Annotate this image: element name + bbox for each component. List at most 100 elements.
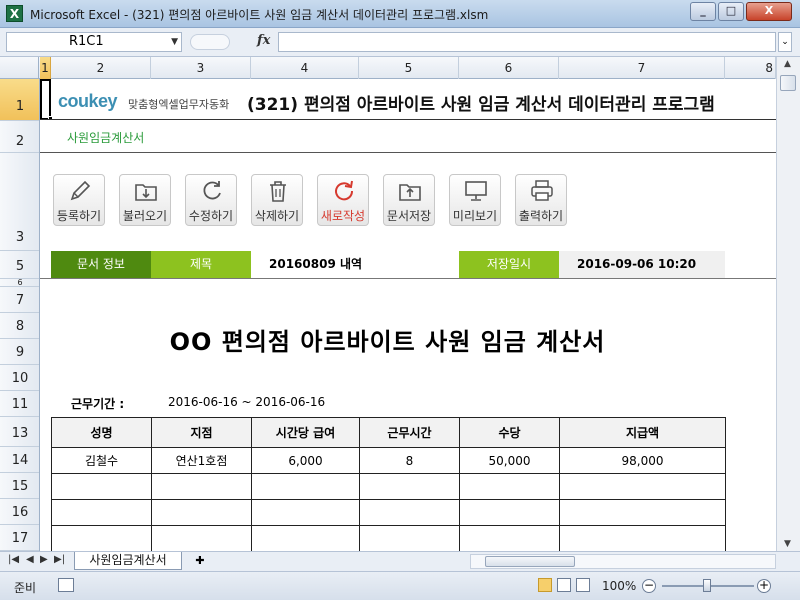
table-row <box>51 499 726 526</box>
fx-icon[interactable]: fx <box>257 33 270 48</box>
brand-tagline: 맞춤형엑셀업무자동화 <box>128 98 230 111</box>
column-header[interactable]: 1 <box>40 57 51 79</box>
name-box[interactable]: R1C1 ▼ <box>6 32 182 52</box>
table-cell[interactable]: 연산1호점 <box>151 447 252 474</box>
expand-formula-bar-icon[interactable]: ⌄ <box>778 32 792 52</box>
column-header[interactable]: 3 <box>151 57 251 79</box>
table-cell[interactable] <box>251 525 360 551</box>
first-sheet-icon[interactable]: |◀ <box>8 554 19 565</box>
row-header[interactable]: 8 <box>0 313 39 339</box>
row-header[interactable]: 16 <box>0 499 39 525</box>
table-cell[interactable] <box>359 473 460 500</box>
row-header[interactable]: 6 <box>0 279 39 287</box>
table-cell[interactable] <box>559 473 726 500</box>
table-cell[interactable]: 50,000 <box>459 447 560 474</box>
column-header[interactable]: 8 <box>725 57 776 79</box>
minimize-button[interactable]: _ <box>690 2 716 21</box>
horizontal-scrollbar[interactable] <box>470 554 776 569</box>
table-cell[interactable]: 6,000 <box>251 447 360 474</box>
macro-record-icon[interactable] <box>58 578 74 592</box>
scroll-down-icon[interactable]: ▼ <box>784 539 791 549</box>
table-cell[interactable] <box>151 473 252 500</box>
page-break-view-icon[interactable] <box>576 578 590 592</box>
chevron-down-icon[interactable]: ▼ <box>171 33 178 51</box>
table-cell[interactable] <box>251 473 360 500</box>
table-cell[interactable] <box>559 499 726 526</box>
monitor-icon <box>465 181 487 201</box>
table-cell[interactable] <box>51 473 152 500</box>
formula-input[interactable] <box>278 32 776 52</box>
last-sheet-icon[interactable]: ▶| <box>54 554 65 565</box>
excel-icon[interactable]: X <box>6 5 23 22</box>
column-header[interactable]: 7 <box>559 57 725 79</box>
zoom-out-icon[interactable]: − <box>642 579 656 593</box>
table-cell[interactable] <box>51 525 152 551</box>
refresh-icon <box>203 181 221 200</box>
brand-logo: coukey <box>58 91 118 111</box>
row-header[interactable]: 2 <box>0 121 39 153</box>
sheet-tab-wage[interactable]: 사원임금계산서 <box>74 552 182 570</box>
table-cell[interactable] <box>251 499 360 526</box>
table-cell[interactable] <box>459 499 560 526</box>
status-mode: 준비 <box>14 581 37 595</box>
table-row <box>51 473 726 500</box>
table-cell[interactable] <box>459 525 560 551</box>
row-header[interactable]: 3 <box>0 153 39 251</box>
zoom-level[interactable]: 100% <box>602 579 636 593</box>
row-header[interactable]: 10 <box>0 365 39 391</box>
vertical-scroll-thumb[interactable] <box>780 75 796 91</box>
row-header[interactable]: 17 <box>0 525 39 551</box>
close-button[interactable]: X <box>746 2 792 21</box>
column-header[interactable]: 5 <box>359 57 459 79</box>
row-header[interactable]: 5 <box>0 251 39 279</box>
column-header[interactable]: 2 <box>51 57 151 79</box>
vertical-scrollbar[interactable]: ▲ ▼ <box>776 57 800 551</box>
next-sheet-icon[interactable]: ▶ <box>40 554 48 565</box>
column-header[interactable]: 4 <box>251 57 359 79</box>
period-label: 근무기간 : <box>71 397 125 411</box>
period-value[interactable]: 2016-06-16 ~ 2016-06-16 <box>168 395 325 409</box>
worksheet[interactable]: coukey 맞춤형엑셀업무자동화 (321) 편의점 아르바이트 사원 임금 … <box>40 79 776 551</box>
row-header[interactable]: 9 <box>0 339 39 365</box>
edit-label: 수정하기 <box>188 209 234 223</box>
active-cell[interactable] <box>40 79 51 120</box>
normal-view-icon[interactable] <box>538 578 552 592</box>
column-headers: 1 2 3 4 5 6 7 8 <box>0 57 776 79</box>
table-header-row: 성명 지점 시간당 급여 근무시간 수당 지급액 <box>51 417 726 448</box>
zoom-in-icon[interactable]: + <box>757 579 771 593</box>
select-all-corner[interactable] <box>0 57 39 79</box>
saved-value: 2016-09-06 10:20 <box>559 251 725 278</box>
table-cell[interactable]: 김철수 <box>51 447 152 474</box>
prev-sheet-icon[interactable]: ◀ <box>26 554 34 565</box>
row-header[interactable]: 13 <box>0 417 39 447</box>
zoom-slider-knob[interactable] <box>703 579 711 592</box>
table-cell[interactable] <box>559 525 726 551</box>
maximize-button[interactable]: □ <box>718 2 744 21</box>
table-cell[interactable] <box>151 525 252 551</box>
saved-label: 저장일시 <box>459 251 559 278</box>
row-header[interactable]: 11 <box>0 391 39 417</box>
row-header[interactable]: 15 <box>0 473 39 499</box>
table-cell[interactable] <box>51 499 152 526</box>
table-cell[interactable]: 8 <box>359 447 460 474</box>
horizontal-scroll-thumb[interactable] <box>485 556 575 567</box>
folder-open-icon <box>135 184 157 201</box>
table-cell[interactable]: 98,000 <box>559 447 726 474</box>
table-cell[interactable] <box>459 473 560 500</box>
new-sheet-icon[interactable]: ✚ <box>190 554 210 568</box>
table-cell[interactable] <box>151 499 252 526</box>
scroll-up-icon[interactable]: ▲ <box>784 59 791 69</box>
row-header[interactable]: 14 <box>0 447 39 473</box>
row-header[interactable]: 7 <box>0 287 39 313</box>
column-header[interactable]: 6 <box>459 57 559 79</box>
table-row: 김철수 연산1호점 6,000 8 50,000 98,000 <box>51 447 726 474</box>
page-layout-view-icon[interactable] <box>557 578 571 592</box>
printer-icon <box>531 180 553 201</box>
table-cell[interactable] <box>359 525 460 551</box>
title-value[interactable]: 20160809 내역 <box>251 251 459 278</box>
table-cell[interactable] <box>359 499 460 526</box>
row-header[interactable]: 1 <box>0 79 39 121</box>
info-divider <box>40 278 776 279</box>
column-branch: 지점 <box>151 417 252 448</box>
column-payment: 지급액 <box>559 417 726 448</box>
